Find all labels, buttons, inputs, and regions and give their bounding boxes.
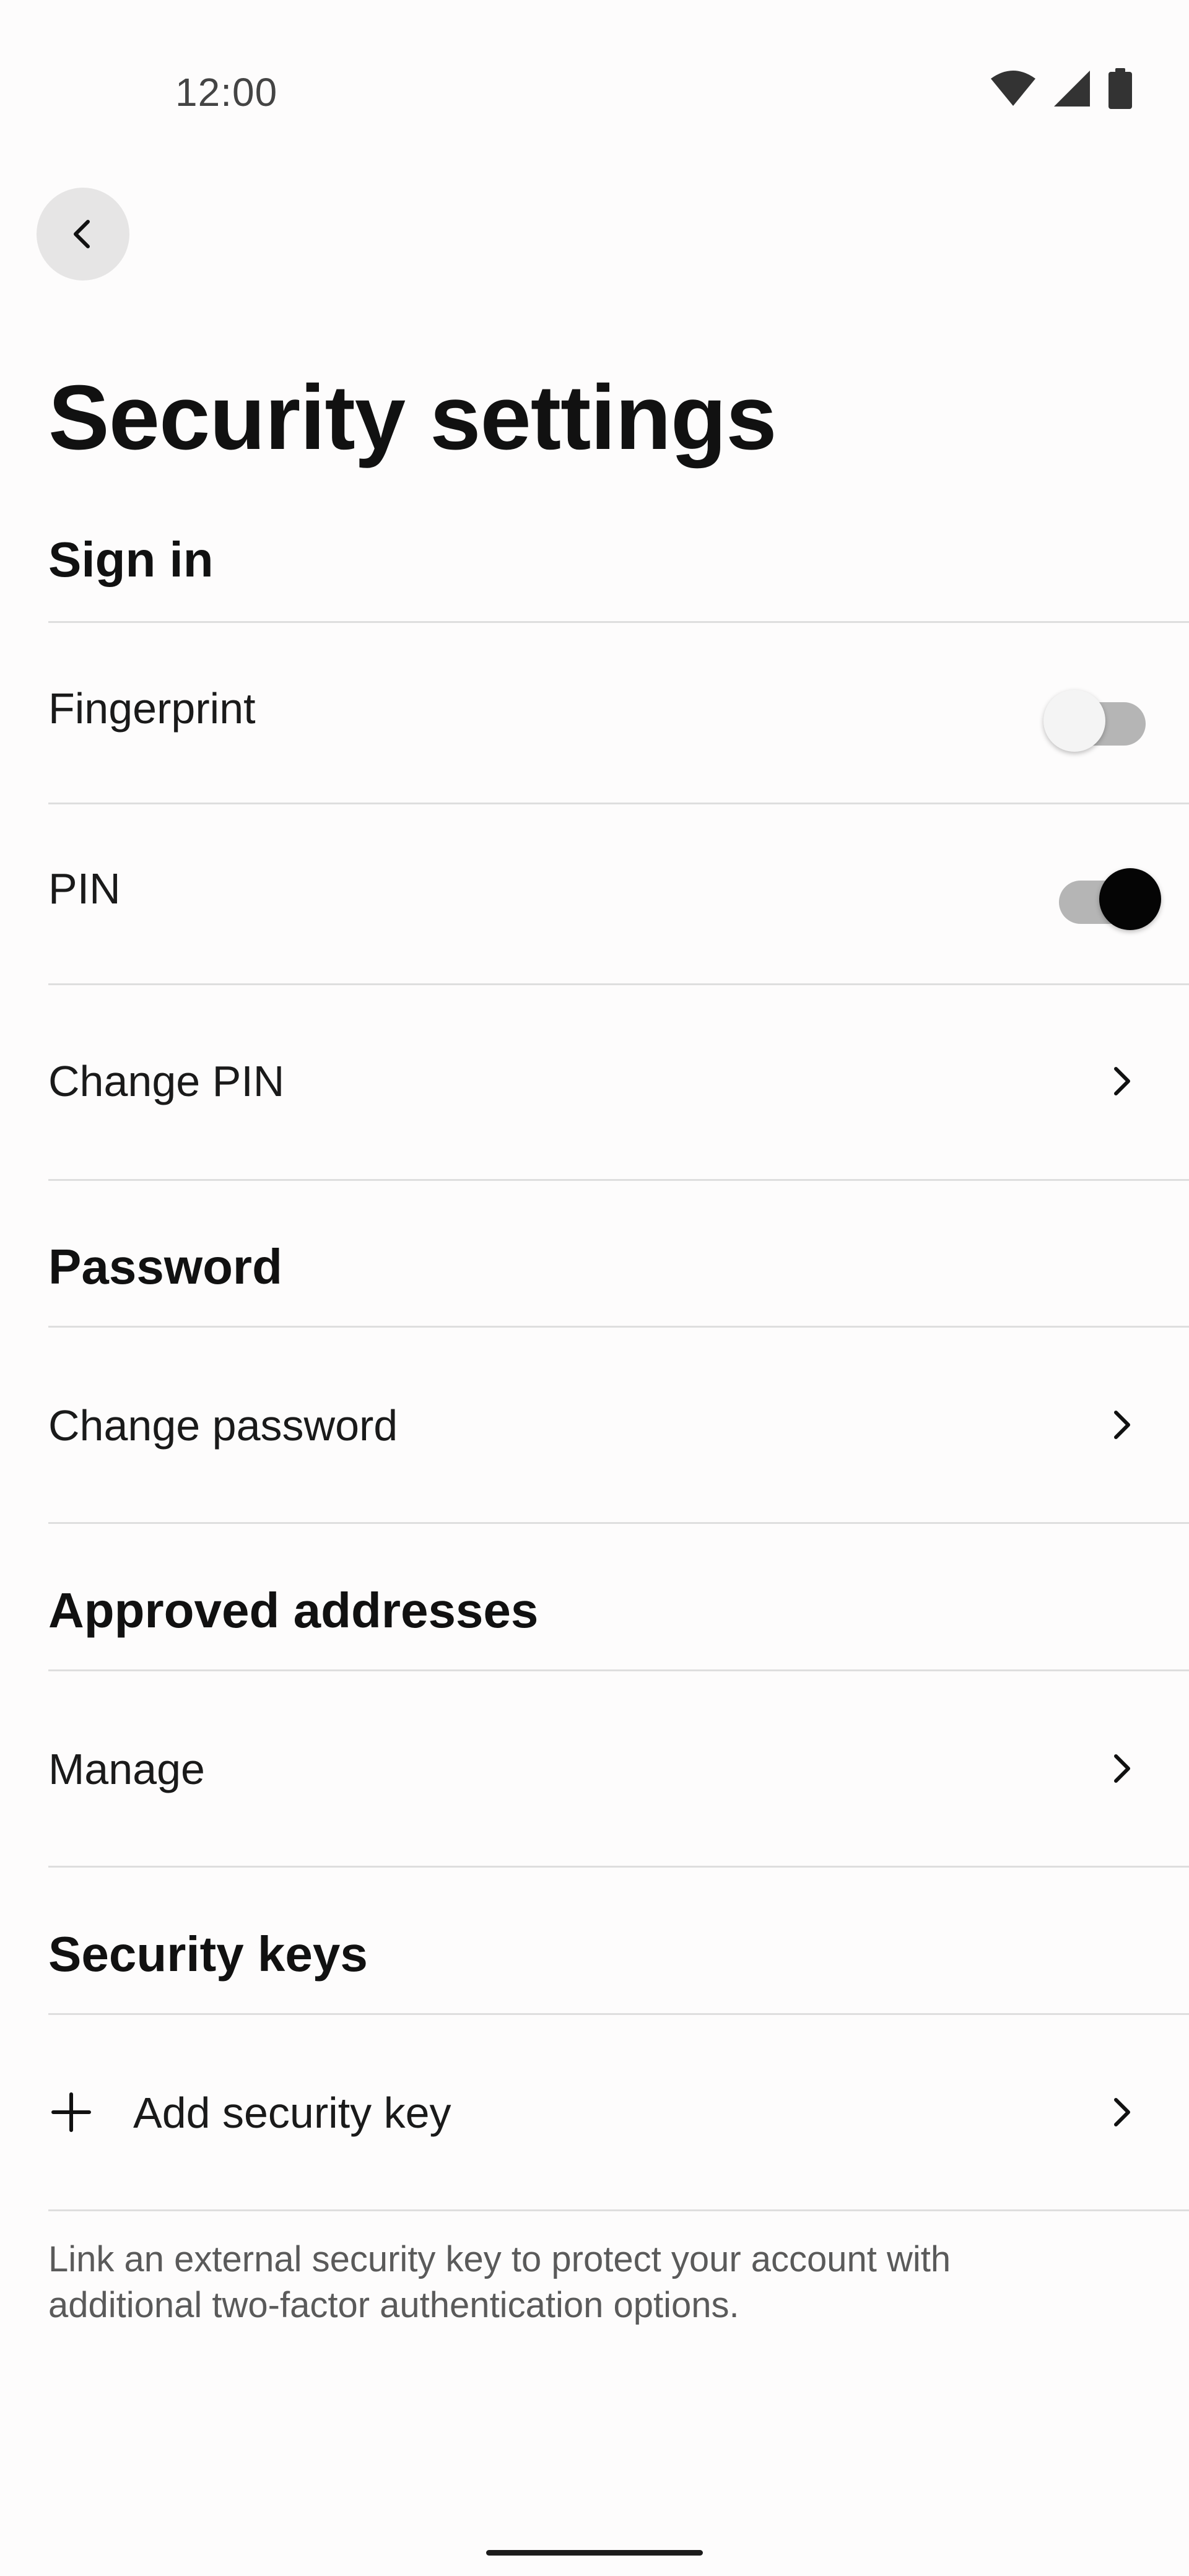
wifi-icon xyxy=(991,71,1035,106)
plus-icon xyxy=(51,2092,91,2132)
divider xyxy=(48,1522,1189,1524)
section-header-approved-addresses: Approved addresses xyxy=(48,1583,539,1638)
security-keys-footnote: Link an external security key to protect… xyxy=(48,2239,951,2325)
battery-icon xyxy=(1108,68,1132,109)
toggle-thumb xyxy=(1043,690,1105,752)
back-button[interactable] xyxy=(37,188,129,281)
section-header-security-keys: Security keys xyxy=(48,1926,368,1982)
security-settings-screen: 12:00 Security settings Sign in Fingerpr… xyxy=(0,0,1189,2576)
fingerprint-row: Fingerprint xyxy=(0,623,1189,803)
change-password-row[interactable]: Change password xyxy=(0,1328,1189,1522)
chevron-right-icon xyxy=(1114,1754,1130,1783)
chevron-right-icon xyxy=(1114,1067,1130,1095)
change-password-label: Change password xyxy=(48,1401,398,1450)
manage-label: Manage xyxy=(48,1745,205,1793)
divider xyxy=(48,1866,1189,1868)
status-icons xyxy=(990,68,1133,109)
manage-addresses-row[interactable]: Manage xyxy=(0,1671,1189,1866)
signal-icon xyxy=(1054,71,1090,107)
fingerprint-toggle[interactable] xyxy=(1043,681,1161,752)
divider xyxy=(48,1179,1189,1181)
divider xyxy=(48,2209,1189,2211)
add-security-key-label: Add security key xyxy=(133,2089,451,2137)
chevron-left-icon xyxy=(74,220,90,248)
home-indicator[interactable] xyxy=(486,2550,703,2556)
chevron-right-icon xyxy=(1114,1411,1130,1439)
change-pin-row[interactable]: Change PIN xyxy=(0,985,1189,1179)
status-time: 12:00 xyxy=(175,70,278,115)
change-pin-label: Change PIN xyxy=(48,1057,285,1105)
page-title: Security settings xyxy=(48,367,777,469)
fingerprint-label: Fingerprint xyxy=(48,684,256,733)
chevron-right-icon xyxy=(1114,2098,1130,2126)
pin-row: PIN xyxy=(0,804,1189,984)
add-security-key-row[interactable]: Add security key xyxy=(0,2015,1189,2209)
section-header-password: Password xyxy=(48,1239,282,1294)
pin-toggle[interactable] xyxy=(1043,859,1161,930)
pin-label: PIN xyxy=(48,864,121,913)
section-header-sign-in: Sign in xyxy=(48,532,214,587)
toggle-thumb xyxy=(1099,868,1161,930)
